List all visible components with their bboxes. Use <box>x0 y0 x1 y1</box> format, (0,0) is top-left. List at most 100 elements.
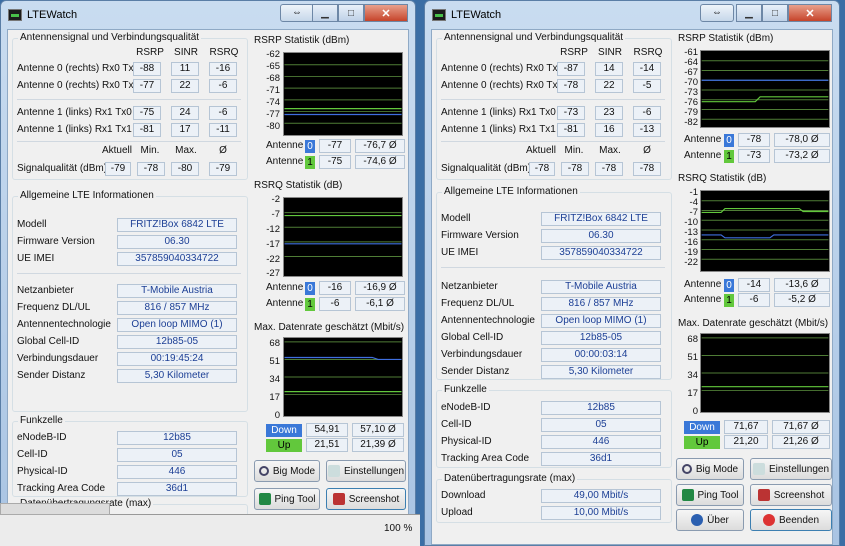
settings-button[interactable]: Einstellungen <box>326 460 406 482</box>
rsrq-antenna-1-label: Antenne <box>684 294 722 305</box>
divider <box>17 273 241 274</box>
maximize-button[interactable]: □ <box>762 4 788 22</box>
rsrq-antenna-1-index: 1 <box>305 298 315 311</box>
tick-label: -74 <box>266 97 280 108</box>
quit-button[interactable]: Beenden <box>750 509 832 531</box>
scrollbar[interactable] <box>0 503 110 515</box>
title-bar[interactable]: LTEWatch ⇔ ▁ □ ✕ <box>8 1 408 29</box>
info-value: FRITZ!Box 6842 LTE <box>117 218 237 232</box>
info-label: UE IMEI <box>17 253 55 264</box>
rsrq-antenna-0-current: -14 <box>738 278 770 292</box>
header-sinr: SINR <box>174 47 198 58</box>
rsrq-value: -5 <box>633 79 661 93</box>
screenshot-button[interactable]: Screenshot <box>326 488 406 510</box>
quality-label: Signalqualität (dBm) <box>441 163 532 174</box>
title-bar[interactable]: LTEWatch ⇔ ▁ □ ✕ <box>432 1 832 29</box>
info-label: Netzanbieter <box>17 285 74 296</box>
lte-info-title: Allgemeine LTE Informationen <box>442 186 580 197</box>
cell-label: Tracking Area Code <box>441 453 530 464</box>
rsrp-antenna-1-current: -75 <box>319 155 351 169</box>
rsrp-antenna-1-current: -73 <box>738 149 770 163</box>
rsrp-chart-title: RSRP Statistik (dBm) <box>678 33 774 44</box>
cell-value: 12b85 <box>117 431 237 445</box>
row-label: Antenne 1 (links) Rx1 Tx0 <box>441 107 556 118</box>
rate-group-title: Datenübertragungsrate (max) <box>442 473 578 484</box>
big-mode-button[interactable]: Big Mode <box>676 458 744 480</box>
app-icon <box>432 9 446 21</box>
rsrp-antenna-0-average: -76,7 Ø <box>355 139 405 153</box>
cell-group: Funkzelle eNodeB-ID 12b85 Cell-ID 05 Phy… <box>436 384 672 468</box>
tick-label: -62 <box>266 49 280 60</box>
big-mode-label: Big Mode <box>272 465 316 477</box>
ping-tool-button[interactable]: Ping Tool <box>676 484 744 506</box>
screenshot-label: Screenshot <box>773 489 825 501</box>
screenshot-button[interactable]: Screenshot <box>750 484 832 506</box>
divider <box>441 141 665 142</box>
rsrp-value: -88 <box>133 62 161 76</box>
about-button[interactable]: Über <box>676 509 744 531</box>
ping-tool-button[interactable]: Ping Tool <box>254 488 320 510</box>
settings-button[interactable]: Einstellungen <box>750 458 832 480</box>
cell-value: 446 <box>117 465 237 479</box>
rate-down-current: 71,67 <box>724 420 768 434</box>
quality-label: Signalqualität (dBm) <box>17 163 108 174</box>
tick-label: 0 <box>692 406 698 417</box>
rate-group: Datenübertragungsrate (max) Download 49,… <box>436 473 672 523</box>
tick-label: -7 <box>271 209 280 220</box>
info-value: FRITZ!Box 6842 LTE <box>541 212 661 226</box>
cell-label: Tracking Area Code <box>17 483 106 494</box>
rsrq-antenna-1-average: -5,2 Ø <box>774 293 830 307</box>
info-value: 00:00:03:14 <box>541 348 661 362</box>
zoom-level[interactable]: 100 % <box>384 523 412 534</box>
tick-label: 68 <box>687 334 698 345</box>
rsrq-antenna-1-current: -6 <box>738 293 770 307</box>
rsrq-antenna-0-average: -16,9 Ø <box>355 281 405 295</box>
info-label: Antennentechnologie <box>17 319 111 330</box>
rate-down-average: 57,10 Ø <box>352 423 404 437</box>
sinr-value: 16 <box>595 123 623 137</box>
restore-button[interactable]: ⇔ <box>280 4 314 22</box>
close-button[interactable]: ✕ <box>364 4 408 22</box>
window-controls: ▁ □ ✕ <box>736 4 832 22</box>
rate-down-current: 54,91 <box>306 423 348 437</box>
rsrq-antenna-1-index: 1 <box>724 294 734 307</box>
cell-group-title: Funkzelle <box>18 415 65 426</box>
tick-label: 34 <box>269 374 280 385</box>
rate-up-label: Up <box>266 439 302 452</box>
quality-current: -79 <box>105 162 131 176</box>
cell-label: Physical-ID <box>441 436 492 447</box>
minimize-button[interactable]: ▁ <box>736 4 762 22</box>
close-button[interactable]: ✕ <box>788 4 832 22</box>
tick-label: -82 <box>684 117 698 128</box>
sinr-value: 17 <box>171 123 199 137</box>
big-mode-button[interactable]: Big Mode <box>254 460 320 482</box>
quit-label: Beenden <box>778 514 820 526</box>
cell-label: Physical-ID <box>17 466 68 477</box>
rate-down-label: Down <box>684 421 720 434</box>
minimize-button[interactable]: ▁ <box>312 4 338 22</box>
rsrq-chart-title: RSRQ Statistik (dB) <box>678 173 767 184</box>
info-label: Modell <box>441 213 471 224</box>
tick-label: -22 <box>684 257 698 268</box>
cell-value: 05 <box>541 418 661 432</box>
rsrq-value: -6 <box>209 79 237 93</box>
sinr-value: 22 <box>595 79 623 93</box>
header-aktuell: Aktuell <box>525 145 556 156</box>
row-label: Antenne 0 (rechts) Rx0 Tx0 <box>441 63 564 74</box>
rsrp-value: -78 <box>557 79 585 93</box>
window-title: LTEWatch <box>27 9 78 21</box>
maximize-button[interactable]: □ <box>338 4 364 22</box>
restore-button[interactable]: ⇔ <box>700 4 734 22</box>
screenshot-label: Screenshot <box>348 493 400 505</box>
info-value: 00:19:45:24 <box>117 352 237 366</box>
row-label: Antenne 1 (links) Rx1 Tx1 <box>441 124 556 135</box>
ltewatch-window-1: LTEWatch ⇔ ▁ □ ✕ Antennensignal und Verb… <box>0 0 416 546</box>
antenna-group-title: Antennensignal und Verbindungsqualität <box>18 32 202 43</box>
tick-label: -77 <box>266 109 280 120</box>
ltewatch-window-2: LTEWatch ⇔ ▁ □ ✕ Antennensignal und Verb… <box>424 0 840 546</box>
rsrp-antenna-0-index: 0 <box>724 134 734 147</box>
rsrp-value: -73 <box>557 106 585 120</box>
client-area: Antennensignal und Verbindungsqualität R… <box>7 29 409 545</box>
info-value: 5,30 Kilometer <box>117 369 237 383</box>
quality-max: -78 <box>595 162 623 176</box>
